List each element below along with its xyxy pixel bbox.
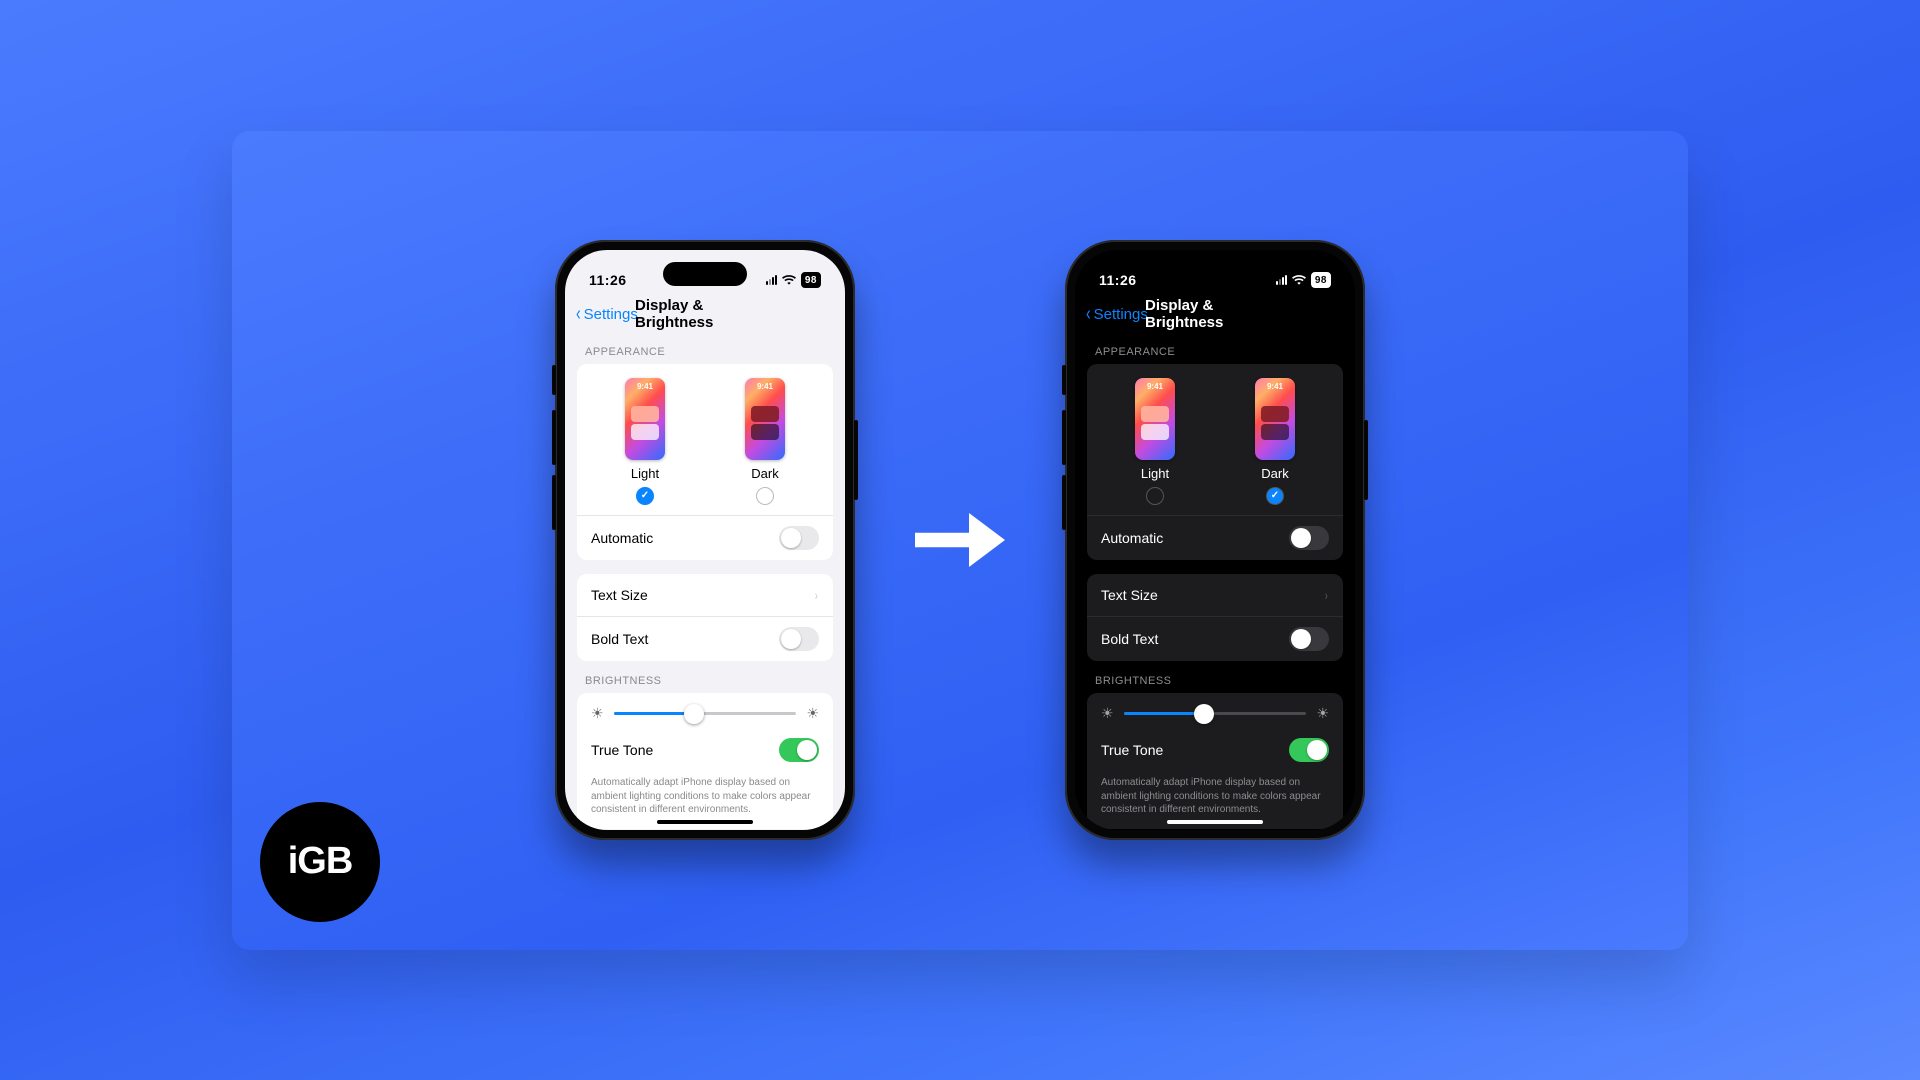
toggle-automatic[interactable] [1289, 526, 1329, 550]
option-label-dark: Dark [751, 466, 778, 481]
row-text-size[interactable]: Text Size › [577, 574, 833, 616]
brightness-card: ☀︎ ☀︎ True Tone Automatically adapt iPho… [1087, 693, 1343, 829]
toggle-bold-text[interactable] [779, 627, 819, 651]
brightness-slider-row: ☀︎ ☀︎ [1087, 693, 1343, 728]
section-label-brightness: BRIGHTNESS [565, 661, 845, 693]
nav-bar: ‹ Settings Display & Brightness [1075, 298, 1355, 332]
dynamic-island [663, 262, 747, 286]
site-logo: iGB [260, 802, 380, 922]
appearance-option-light[interactable]: 9:41 Light [625, 378, 665, 505]
chevron-right-icon: › [1325, 587, 1328, 603]
preview-light: 9:41 [625, 378, 665, 460]
sun-max-icon: ☀︎ [1316, 705, 1329, 722]
chevron-left-icon: ‹ [1086, 304, 1091, 324]
preview-dark: 9:41 [1255, 378, 1295, 460]
sun-max-icon: ☀︎ [806, 705, 819, 722]
wifi-icon [782, 274, 796, 286]
appearance-options: 9:41 Light 9:41 [1087, 364, 1343, 515]
section-label-appearance: APPEARANCE [565, 332, 845, 364]
iphone-light: 11:26 98 ‹ Settings [555, 240, 855, 840]
toggle-automatic[interactable] [779, 526, 819, 550]
brightness-slider[interactable] [614, 712, 797, 715]
iphone-dark: 11:26 98 ‹ Settings [1065, 240, 1365, 840]
sun-min-icon: ☀︎ [1101, 705, 1114, 722]
row-true-tone: True Tone [1087, 728, 1343, 772]
appearance-card: 9:41 Light 9:41 [577, 364, 833, 560]
nav-title: Display & Brightness [1145, 297, 1285, 331]
appearance-option-dark[interactable]: 9:41 Dark [1255, 378, 1295, 505]
screen-light: 11:26 98 ‹ Settings [565, 250, 845, 830]
status-icons: 98 [766, 272, 821, 288]
cellular-icon [766, 275, 777, 285]
battery-icon: 98 [801, 272, 821, 288]
cellular-icon [1276, 275, 1287, 285]
sun-min-icon: ☀︎ [591, 705, 604, 722]
preview-clock: 9:41 [745, 382, 785, 391]
label-bold-text: Bold Text [591, 631, 648, 647]
preview-clock: 9:41 [1255, 382, 1295, 391]
back-button[interactable]: ‹ Settings [1085, 304, 1148, 324]
toggle-bold-text[interactable] [1289, 627, 1329, 651]
brightness-slider[interactable] [1124, 712, 1307, 715]
label-bold-text: Bold Text [1101, 631, 1158, 647]
toggle-true-tone[interactable] [1289, 738, 1329, 762]
section-label-appearance: APPEARANCE [1075, 332, 1355, 364]
radio-light[interactable] [1146, 487, 1164, 505]
appearance-option-dark[interactable]: 9:41 Dark [745, 378, 785, 505]
row-true-tone: True Tone [577, 728, 833, 772]
preview-light: 9:41 [1135, 378, 1175, 460]
arrow-right-icon [915, 495, 1005, 585]
wifi-icon [1292, 274, 1306, 286]
row-bold-text: Bold Text [577, 616, 833, 661]
chevron-left-icon: ‹ [576, 304, 581, 324]
label-text-size: Text Size [1101, 587, 1158, 603]
status-time: 11:26 [1099, 272, 1137, 288]
appearance-option-light[interactable]: 9:41 Light [1135, 378, 1175, 505]
row-automatic: Automatic [1087, 515, 1343, 560]
hero-card: 11:26 98 ‹ Settings [232, 131, 1688, 950]
row-bold-text: Bold Text [1087, 616, 1343, 661]
phone-comparison-row: 11:26 98 ‹ Settings [232, 131, 1688, 950]
status-icons: 98 [1276, 272, 1331, 288]
home-indicator[interactable] [657, 820, 753, 824]
preview-clock: 9:41 [1135, 382, 1175, 391]
nav-title: Display & Brightness [635, 297, 775, 331]
text-card: Text Size › Bold Text [1087, 574, 1343, 661]
appearance-card: 9:41 Light 9:41 [1087, 364, 1343, 560]
brightness-card: ☀︎ ☀︎ True Tone Automatically adapt iPho… [577, 693, 833, 829]
radio-dark[interactable] [1266, 487, 1284, 505]
screen-dark: 11:26 98 ‹ Settings [1075, 250, 1355, 830]
dynamic-island [1173, 262, 1257, 286]
text-card: Text Size › Bold Text [577, 574, 833, 661]
battery-icon: 98 [1311, 272, 1331, 288]
preview-dark: 9:41 [745, 378, 785, 460]
radio-light[interactable] [636, 487, 654, 505]
label-automatic: Automatic [1101, 530, 1163, 546]
option-label-light: Light [631, 466, 659, 481]
option-label-light: Light [1141, 466, 1169, 481]
back-button[interactable]: ‹ Settings [575, 304, 638, 324]
label-text-size: Text Size [591, 587, 648, 603]
back-label: Settings [1094, 306, 1148, 323]
toggle-true-tone[interactable] [779, 738, 819, 762]
preview-clock: 9:41 [625, 382, 665, 391]
row-automatic: Automatic [577, 515, 833, 560]
option-label-dark: Dark [1261, 466, 1288, 481]
home-indicator[interactable] [1167, 820, 1263, 824]
label-true-tone: True Tone [1101, 742, 1163, 758]
chevron-right-icon: › [815, 587, 818, 603]
back-label: Settings [584, 306, 638, 323]
appearance-options: 9:41 Light 9:41 [577, 364, 833, 515]
status-time: 11:26 [589, 272, 627, 288]
brightness-slider-row: ☀︎ ☀︎ [577, 693, 833, 728]
canvas: 11:26 98 ‹ Settings [0, 0, 1920, 1080]
nav-bar: ‹ Settings Display & Brightness [565, 298, 845, 332]
row-text-size[interactable]: Text Size › [1087, 574, 1343, 616]
radio-dark[interactable] [756, 487, 774, 505]
label-automatic: Automatic [591, 530, 653, 546]
label-true-tone: True Tone [591, 742, 653, 758]
section-label-brightness: BRIGHTNESS [1075, 661, 1355, 693]
